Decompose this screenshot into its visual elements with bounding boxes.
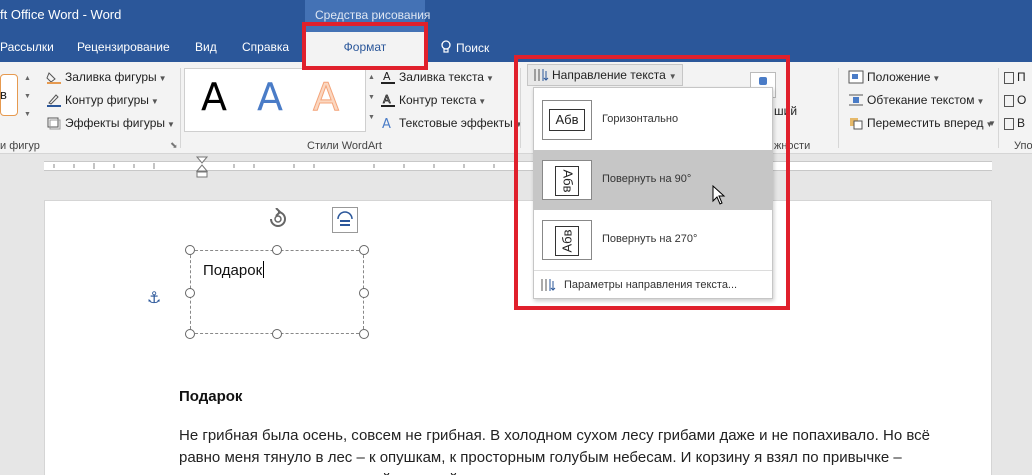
text-effects-icon: A: [382, 117, 391, 130]
bring-forward-button[interactable]: Переместить вперед ▼: [848, 116, 993, 130]
resize-handle-left[interactable]: [185, 288, 195, 298]
text-box-content[interactable]: Подарок: [203, 261, 265, 279]
rotate-handle-icon[interactable]: [267, 208, 289, 232]
resize-handle-top[interactable]: [272, 245, 282, 255]
resize-handle-bottom-left[interactable]: [185, 329, 195, 339]
wordart-style-orange[interactable]: A: [313, 75, 340, 120]
group-separator: [180, 68, 181, 148]
wordart-styles-gallery[interactable]: A A A: [184, 68, 366, 132]
shape-style-preview[interactable]: в: [0, 74, 18, 116]
anchor-icon: ⚓: [147, 290, 162, 307]
text-effects-label: Текстовые эффекты: [399, 116, 513, 130]
wordart-style-black[interactable]: A: [201, 75, 227, 119]
shape-style-preview-text: в: [0, 87, 7, 102]
tab-view[interactable]: Вид: [195, 40, 217, 54]
text-fill-label: Заливка текста: [399, 70, 484, 84]
paint-bucket-icon: [46, 72, 61, 84]
group-separator: [838, 68, 839, 148]
text-caret: [263, 261, 265, 278]
shape-effects-button[interactable]: Эффекты фигуры ▼: [46, 116, 175, 130]
partial-ribbon-item-v[interactable]: В: [1004, 116, 1025, 130]
resize-handle-right[interactable]: [359, 288, 369, 298]
bring-forward-dropdown[interactable]: ▼: [988, 119, 996, 128]
bring-forward-icon: [850, 118, 863, 130]
svg-text:A: A: [383, 93, 391, 106]
svg-text:A: A: [383, 70, 391, 83]
highlight-format-tab: [302, 22, 428, 70]
layout-options-icon: [337, 211, 353, 226]
group-label-arrange: Упо: [1014, 140, 1032, 152]
partial-ribbon-item-p[interactable]: П: [1004, 70, 1026, 84]
text-effects-button[interactable]: A Текстовые эффекты ▼: [380, 116, 523, 130]
position-button[interactable]: Положение ▼: [848, 70, 940, 84]
pen-outline-icon: [47, 94, 61, 107]
document-paragraph: Не грибная была осень, совсем не грибная…: [179, 427, 930, 475]
tell-me-search[interactable]: Поиск: [440, 40, 489, 55]
wordart-gallery-scroll[interactable]: ▲ ▼ ▼: [368, 68, 378, 132]
shape-fill-label: Заливка фигуры: [65, 70, 157, 84]
wrap-text-label: Обтекание текстом: [867, 93, 975, 107]
resize-handle-bottom[interactable]: [272, 329, 282, 339]
shape-fill-button[interactable]: Заливка фигуры ▼: [46, 70, 167, 84]
layout-options-button[interactable]: [332, 207, 358, 233]
text-fill-icon: A: [381, 70, 395, 84]
wrap-text-button[interactable]: Обтекание текстом ▼: [848, 93, 984, 107]
document-heading: Подарок: [179, 388, 243, 405]
wordart-style-blue[interactable]: A: [257, 75, 283, 119]
group-separator: [998, 68, 999, 148]
group-label-wordart: Стили WordArt: [307, 140, 382, 152]
title-bar: ft Office Word - Word: [0, 0, 1032, 32]
shape-effects-icon: [47, 117, 61, 130]
text-fill-button[interactable]: A Заливка текста ▼: [380, 70, 494, 84]
group-label-shape-styles: и фигур: [0, 140, 40, 152]
search-label: Поиск: [456, 41, 490, 55]
indent-marker-icon[interactable]: [196, 156, 208, 178]
dialog-launcher-icon[interactable]: ⬊: [170, 140, 178, 151]
partial-ribbon-item-o[interactable]: О: [1004, 93, 1026, 107]
position-icon: [848, 70, 864, 84]
shape-effects-label: Эффекты фигуры: [65, 116, 166, 130]
tab-help[interactable]: Справка: [242, 40, 289, 54]
shape-outline-button[interactable]: Контур фигуры ▼: [46, 93, 159, 107]
text-outline-button[interactable]: A Контур текста ▼: [380, 93, 486, 107]
resize-handle-bottom-right[interactable]: [359, 329, 369, 339]
text-outline-label: Контур текста: [399, 93, 477, 107]
position-label: Положение: [867, 70, 931, 84]
highlight-text-direction-menu: [514, 55, 790, 310]
shape-outline-label: Контур фигуры: [65, 93, 149, 107]
tab-mailings[interactable]: Рассылки: [0, 40, 54, 54]
wrap-text-icon: [849, 94, 863, 106]
resize-handle-top-right[interactable]: [359, 245, 369, 255]
svg-text:A: A: [382, 117, 391, 130]
text-outline-icon: A: [381, 93, 395, 107]
resize-handle-top-left[interactable]: [185, 245, 195, 255]
tab-review[interactable]: Рецензирование: [77, 40, 170, 54]
lightbulb-icon: [441, 40, 451, 53]
shape-styles-scroll[interactable]: ▲ ▼ ▼: [24, 70, 36, 124]
window-title: ft Office Word - Word: [0, 7, 122, 22]
bring-forward-label: Переместить вперед: [867, 116, 984, 130]
context-group-label: Средства рисования: [315, 8, 431, 22]
